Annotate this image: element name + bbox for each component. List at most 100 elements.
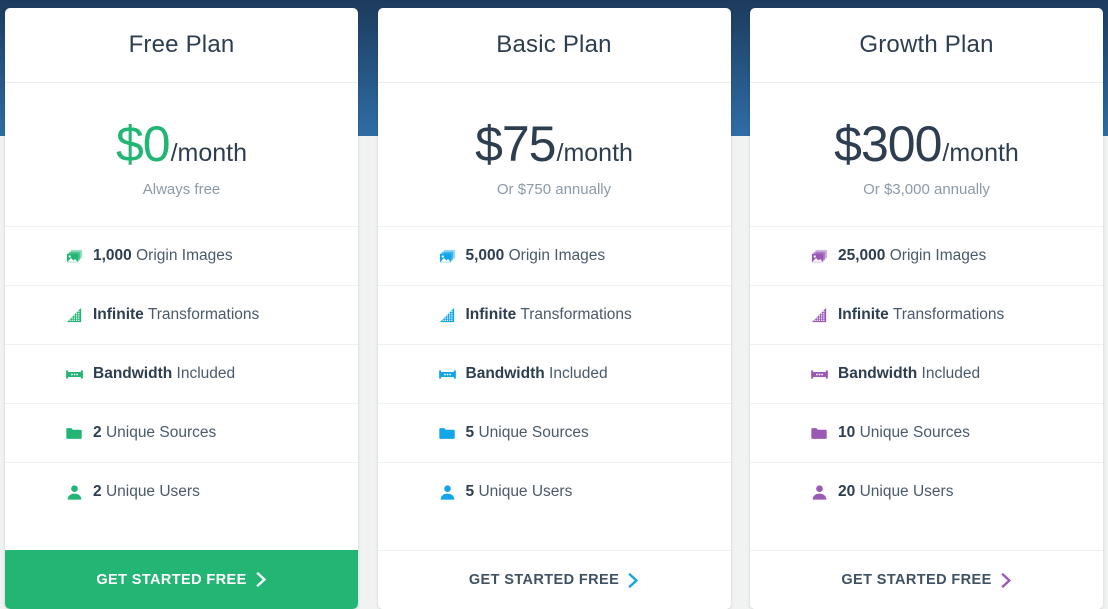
feature-label: Transformations [893, 306, 1004, 323]
feature-text: 2 Unique Users [93, 483, 200, 501]
price-period: /month [942, 141, 1018, 166]
feature-row: 1,000 Origin Images [5, 226, 358, 285]
feature-label: Included [922, 365, 981, 382]
chevron-right-icon [628, 573, 639, 588]
feature-row: 20 Unique Users [750, 462, 1103, 521]
feature-text: 10 Unique Sources [838, 424, 970, 442]
get-started-button-label: GET STARTED FREE [841, 572, 991, 588]
price-amount: $75 [475, 119, 555, 169]
price-amount: $0 [116, 119, 170, 169]
chevron-right-icon [1001, 573, 1012, 588]
user-icon [438, 483, 457, 502]
feature-value: Infinite [466, 306, 517, 323]
feature-value: 20 [838, 483, 855, 500]
feature-text: 5,000 Origin Images [466, 247, 606, 265]
feature-value: Bandwidth [466, 365, 545, 382]
images-stack-icon [65, 247, 84, 266]
feature-row: 2 Unique Sources [5, 403, 358, 462]
price-subtext: Or $3,000 annually [863, 181, 990, 198]
images-stack-icon [438, 247, 457, 266]
get-started-button-label: GET STARTED FREE [469, 572, 619, 588]
bandwidth-icon [65, 365, 84, 384]
feature-label: Origin Images [136, 247, 232, 264]
feature-label: Transformations [148, 306, 259, 323]
feature-value: 5 [466, 483, 475, 500]
feature-label: Unique Users [478, 483, 572, 500]
feature-text: Infinite Transformations [838, 306, 1004, 324]
plan-name: Growth Plan [859, 31, 993, 59]
feature-label: Origin Images [509, 247, 605, 264]
images-stack-icon [810, 247, 829, 266]
feature-list: 25,000 Origin Images Infinite Transformat… [750, 226, 1103, 550]
feature-value: 1,000 [93, 247, 132, 264]
feature-value: 25,000 [838, 247, 885, 264]
plan-header: Growth Plan [750, 8, 1103, 83]
feature-label: Transformations [520, 306, 631, 323]
feature-value: 10 [838, 424, 855, 441]
feature-label: Included [549, 365, 608, 382]
feature-value: Infinite [838, 306, 889, 323]
feature-list: 1,000 Origin Images Infinite Transformati… [5, 226, 358, 550]
get-started-button-label: GET STARTED FREE [96, 572, 246, 588]
price-subtext: Always free [143, 181, 221, 198]
price-block: $75/monthOr $750 annually [378, 83, 731, 226]
price-line: $0/month [116, 119, 247, 169]
feature-text: 2 Unique Sources [93, 424, 216, 442]
feature-text: Infinite Transformations [466, 306, 632, 324]
feature-text: Bandwidth Included [93, 365, 235, 383]
feature-row: Bandwidth Included [378, 344, 731, 403]
feature-label: Unique Users [860, 483, 954, 500]
bandwidth-icon [438, 365, 457, 384]
feature-row: 5,000 Origin Images [378, 226, 731, 285]
feature-value: Infinite [93, 306, 144, 323]
user-icon [810, 483, 829, 502]
pricing-card-deck: Free Plan $0/month Always free 1,000 Origin… [0, 0, 1108, 609]
feature-row: 5 Unique Users [378, 462, 731, 521]
feature-text: 25,000 Origin Images [838, 247, 986, 265]
bandwidth-icon [810, 365, 829, 384]
chevron-right-icon [256, 572, 267, 587]
feature-label: Origin Images [890, 247, 986, 264]
plan-header: Free Plan [5, 8, 358, 83]
transformations-icon [438, 306, 457, 325]
price-subtext: Or $750 annually [497, 181, 611, 198]
feature-value: 5 [466, 424, 475, 441]
feature-text: Bandwidth Included [466, 365, 608, 383]
transformations-icon [810, 306, 829, 325]
plan-header: Basic Plan [378, 8, 731, 83]
feature-label: Included [177, 365, 236, 382]
price-period: /month [171, 141, 247, 166]
transformations-icon [65, 306, 84, 325]
feature-value: Bandwidth [838, 365, 917, 382]
pricing-card-growth: Growth Plan $300/month Or $3,000 annually 2… [750, 8, 1103, 609]
pricing-card-basic: Basic Plan$75/monthOr $750 annually5,000… [378, 8, 731, 609]
feature-row: 5 Unique Sources [378, 403, 731, 462]
feature-row: Infinite Transformations [750, 285, 1103, 344]
get-started-button[interactable]: GET STARTED FREE [5, 550, 358, 609]
cta-container: GET STARTED FREE [750, 550, 1103, 609]
get-started-button[interactable]: GET STARTED FREE [750, 551, 1103, 609]
plan-name: Free Plan [129, 31, 235, 59]
folder-icon [810, 424, 829, 443]
feature-label: Unique Sources [860, 424, 970, 441]
feature-list: 5,000 Origin Images Infinite Transformati… [378, 226, 731, 550]
feature-value: 5,000 [466, 247, 505, 264]
price-amount: $300 [834, 119, 941, 169]
feature-row: 10 Unique Sources [750, 403, 1103, 462]
price-block: $0/month Always free [5, 83, 358, 226]
price-block: $300/month Or $3,000 annually [750, 83, 1103, 226]
get-started-button[interactable]: GET STARTED FREE [378, 551, 731, 609]
folder-icon [438, 424, 457, 443]
feature-label: Unique Sources [106, 424, 216, 441]
feature-text: 5 Unique Users [466, 483, 573, 501]
pricing-card-free: Free Plan $0/month Always free 1,000 Origin… [5, 8, 358, 609]
feature-text: 1,000 Origin Images [93, 247, 233, 265]
feature-text: 5 Unique Sources [466, 424, 589, 442]
plan-name: Basic Plan [496, 31, 611, 59]
price-line: $300/month [834, 119, 1019, 169]
feature-row: Infinite Transformations [378, 285, 731, 344]
folder-icon [65, 424, 84, 443]
feature-text: 20 Unique Users [838, 483, 953, 501]
user-icon [65, 483, 84, 502]
feature-value: 2 [93, 483, 102, 500]
